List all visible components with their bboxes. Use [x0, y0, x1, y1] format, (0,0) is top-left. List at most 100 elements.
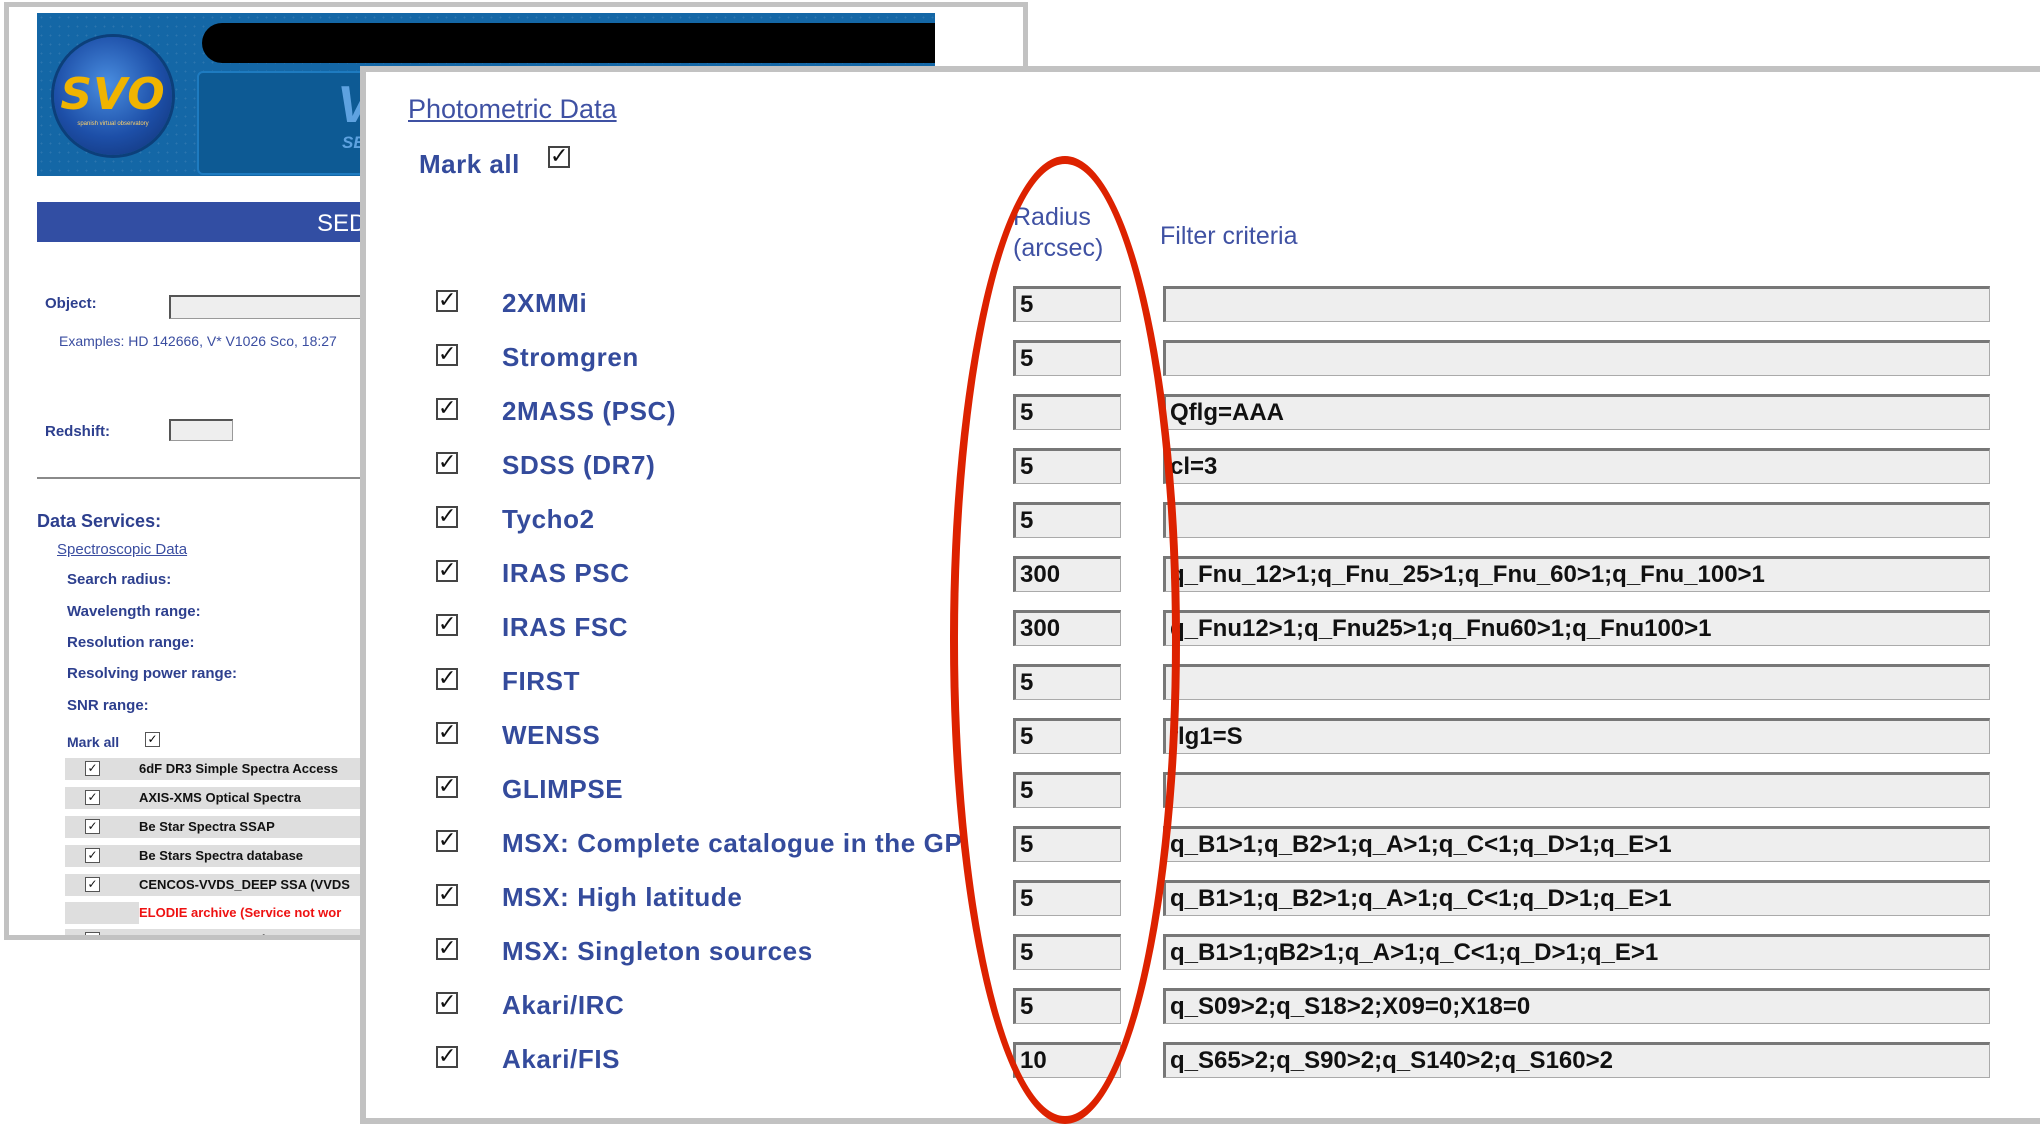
catalog-checkbox[interactable]: ✓ [436, 290, 458, 312]
table-row: ✓ GLIMPSE 5 [366, 766, 2040, 820]
table-row: ✓ IRAS FSC 300 q_Fnu12>1;q_Fnu25>1;q_Fnu… [366, 604, 2040, 658]
radius-input[interactable]: 5 [1013, 502, 1121, 538]
spectra-mark-all-checkbox[interactable]: ✓ [145, 732, 160, 747]
resolution-range-label: Resolution range: [67, 634, 195, 651]
radius-input[interactable]: 10 [1013, 1042, 1121, 1078]
service-name: Be Stars Spectra database [139, 848, 304, 863]
filter-input[interactable] [1163, 772, 1990, 808]
catalog-name: Stromgren [502, 342, 639, 372]
radius-header-line1: Radius [1013, 203, 1091, 231]
catalog-name: WENSS [502, 720, 601, 750]
logo-text: SVO [60, 69, 166, 120]
catalog-name: MSX: High latitude [502, 882, 743, 912]
radius-input[interactable]: 5 [1013, 772, 1121, 808]
service-checkbox[interactable]: ✓ [85, 932, 100, 935]
filter-input[interactable] [1163, 502, 1990, 538]
radius-input[interactable]: 5 [1013, 394, 1121, 430]
filter-input[interactable]: q_B1>1;qB2>1;q_A>1;q_C<1;q_D>1;q_E>1 [1163, 934, 1990, 970]
radius-input[interactable]: 5 [1013, 664, 1121, 700]
table-row: ✓ MSX: High latitude 5 q_B1>1;q_B2>1;q_A… [366, 874, 2040, 928]
filter-input[interactable]: q_Fnu_12>1;q_Fnu_25>1;q_Fnu_60>1;q_Fnu_1… [1163, 556, 1990, 592]
object-input[interactable] [169, 295, 369, 319]
spectroscopic-data-link[interactable]: Spectroscopic Data [57, 541, 187, 558]
table-row: ✓ MSX: Complete catalogue in the GP 5 q_… [366, 820, 2040, 874]
sed-title: SED [317, 210, 367, 237]
filter-input[interactable]: flg1=S [1163, 718, 1990, 754]
catalog-checkbox[interactable]: ✓ [436, 1046, 458, 1068]
service-name: CENCOS-VVDS_DEEP SSA (VVDS [139, 877, 350, 892]
redshift-input[interactable] [169, 419, 233, 441]
banner-header-bar [202, 23, 935, 63]
service-name-unavailable: ELODIE archive (Service not wor [139, 905, 342, 920]
data-services-heading: Data Services: [37, 511, 162, 531]
radius-input[interactable]: 5 [1013, 988, 1121, 1024]
filter-input[interactable] [1163, 286, 1990, 322]
service-name: 6dF DR3 Simple Spectra Access [139, 761, 338, 776]
filter-input[interactable]: q_B1>1;q_B2>1;q_A>1;q_C<1;q_D>1;q_E>1 [1163, 880, 1990, 916]
catalog-checkbox[interactable]: ✓ [436, 992, 458, 1014]
filter-input[interactable] [1163, 340, 1990, 376]
catalog-name: IRAS PSC [502, 558, 630, 588]
radius-header-line2: (arcsec) [1013, 234, 1104, 262]
catalog-checkbox[interactable]: ✓ [436, 452, 458, 474]
catalog-checkbox[interactable]: ✓ [436, 884, 458, 906]
table-row: ✓ 2MASS (PSC) 5 Qflg=AAA [366, 388, 2040, 442]
service-checkbox[interactable]: ✓ [85, 761, 100, 776]
filter-input[interactable]: q_S65>2;q_S90>2;q_S140>2;q_S160>2 [1163, 1042, 1990, 1078]
catalog-checkbox[interactable]: ✓ [436, 344, 458, 366]
catalog-checkbox[interactable]: ✓ [436, 830, 458, 852]
filter-input[interactable]: q_Fnu12>1;q_Fnu25>1;q_Fnu60>1;q_Fnu100>1 [1163, 610, 1990, 646]
service-checkbox[interactable]: ✓ [85, 877, 100, 892]
radius-input[interactable]: 300 [1013, 610, 1121, 646]
photometric-data-link[interactable]: Photometric Data [408, 94, 617, 125]
table-row: ✓ Stromgren 5 [366, 334, 2040, 388]
radius-input[interactable]: 300 [1013, 556, 1121, 592]
catalog-checkbox[interactable]: ✓ [436, 398, 458, 420]
table-row: ✓ Tycho2 5 [366, 496, 2040, 550]
radius-input[interactable]: 5 [1013, 340, 1121, 376]
snr-range-label: SNR range: [67, 697, 149, 714]
radius-input[interactable]: 5 [1013, 448, 1121, 484]
service-checkbox[interactable]: ✓ [85, 848, 100, 863]
radius-column-header: Radius (arcsec) [1013, 202, 1103, 264]
search-radius-label: Search radius: [67, 571, 172, 588]
catalog-checkbox[interactable]: ✓ [436, 560, 458, 582]
catalog-name: 2MASS (PSC) [502, 396, 677, 426]
logo-subtext: spanish virtual observatory [77, 121, 149, 127]
object-examples: Examples: HD 142666, V* V1026 Sco, 18:27 [59, 333, 337, 349]
filter-input[interactable]: Qflg=AAA [1163, 394, 1990, 430]
table-row: ✓ 2XMMi 5 [366, 280, 2040, 334]
filter-input[interactable] [1163, 664, 1990, 700]
catalog-checkbox[interactable]: ✓ [436, 506, 458, 528]
service-checkbox-cell [65, 902, 139, 924]
radius-input[interactable]: 5 [1013, 718, 1121, 754]
catalog-name: GLIMPSE [502, 774, 624, 804]
catalog-name: IRAS FSC [502, 612, 629, 642]
catalog-checkbox[interactable]: ✓ [436, 614, 458, 636]
filter-input[interactable]: q_S09>2;q_S18>2;X09=0;X18=0 [1163, 988, 1990, 1024]
resolving-power-range-label: Resolving power range: [67, 665, 238, 682]
table-row: ✓ Akari/IRC 5 q_S09>2;q_S18>2;X09=0;X18=… [366, 982, 2040, 1036]
service-name: Be Star Spectra SSAP [139, 819, 275, 834]
catalog-checkbox[interactable]: ✓ [436, 776, 458, 798]
catalog-checkbox[interactable]: ✓ [436, 938, 458, 960]
wavelength-range-label: Wavelength range: [67, 603, 201, 620]
service-checkbox[interactable]: ✓ [85, 819, 100, 834]
catalog-checkbox[interactable]: ✓ [436, 668, 458, 690]
mark-all-checkbox[interactable]: ✓ [548, 146, 570, 168]
filter-input[interactable]: q_B1>1;q_B2>1;q_A>1;q_C<1;q_D>1;q_E>1 [1163, 826, 1990, 862]
catalog-name: Akari/IRC [502, 990, 625, 1020]
filter-input[interactable]: cl=3 [1163, 448, 1990, 484]
radius-input[interactable]: 5 [1013, 934, 1121, 970]
service-name: AXIS-XMS Optical Spectra [139, 790, 301, 805]
radius-input[interactable]: 5 [1013, 880, 1121, 916]
service-name: ESO Spectrum Service [139, 932, 280, 940]
catalog-name: Akari/FIS [502, 1044, 621, 1074]
catalog-name: FIRST [502, 666, 581, 696]
catalog-checkbox[interactable]: ✓ [436, 722, 458, 744]
service-checkbox[interactable]: ✓ [85, 790, 100, 805]
mark-all-label: Mark all [419, 149, 520, 179]
radius-input[interactable]: 5 [1013, 286, 1121, 322]
table-row: ✓ Akari/FIS 10 q_S65>2;q_S90>2;q_S140>2;… [366, 1036, 2040, 1090]
radius-input[interactable]: 5 [1013, 826, 1121, 862]
